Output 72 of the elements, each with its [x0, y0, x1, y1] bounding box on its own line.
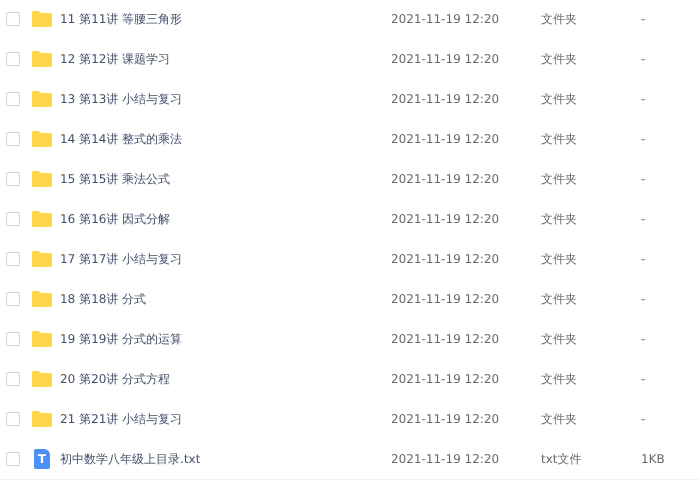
modified-date: 2021-11-19 12:20 [391, 412, 500, 426]
checkbox[interactable] [6, 332, 20, 346]
checkbox[interactable] [6, 292, 20, 306]
file-size: - [641, 332, 646, 346]
folder-icon [31, 170, 53, 188]
checkbox[interactable] [6, 132, 20, 146]
folder-icon [31, 410, 53, 428]
file-size: - [641, 52, 646, 66]
modified-date: 2021-11-19 12:20 [391, 132, 500, 146]
file-type: 文件夹 [541, 170, 578, 188]
file-name[interactable]: 14 第14讲 整式的乘法 [60, 130, 391, 148]
file-name[interactable]: 17 第17讲 小结与复习 [60, 250, 391, 268]
checkbox[interactable] [6, 412, 20, 426]
modified-date: 2021-11-19 12:20 [391, 212, 500, 226]
file-size: - [641, 132, 646, 146]
file-type: 文件夹 [541, 290, 578, 308]
file-name[interactable]: 13 第13讲 小结与复习 [60, 90, 391, 108]
folder-icon [31, 290, 53, 308]
checkbox[interactable] [6, 172, 20, 186]
file-size: 1KB [641, 452, 665, 466]
file-type: txt文件 [541, 450, 583, 468]
file-type: 文件夹 [541, 10, 578, 28]
file-type: 文件夹 [541, 210, 578, 228]
modified-date: 2021-11-19 12:20 [391, 372, 500, 386]
text-file-icon: T [34, 449, 50, 469]
checkbox[interactable] [6, 252, 20, 266]
file-type: 文件夹 [541, 250, 578, 268]
modified-date: 2021-11-19 12:20 [391, 92, 500, 106]
modified-date: 2021-11-19 12:20 [391, 452, 500, 466]
folder-icon [31, 370, 53, 388]
folder-icon [31, 90, 53, 108]
folder-icon [31, 210, 53, 228]
file-name[interactable]: 18 第18讲 分式 [60, 290, 391, 308]
modified-date: 2021-11-19 12:20 [391, 52, 500, 66]
file-name[interactable]: 15 第15讲 乘法公式 [60, 170, 391, 188]
file-size: - [641, 172, 646, 186]
file-type: 文件夹 [541, 50, 578, 68]
file-name[interactable]: 16 第16讲 因式分解 [60, 210, 391, 228]
file-size: - [641, 12, 646, 26]
folder-icon [31, 330, 53, 348]
file-size: - [641, 412, 646, 426]
file-size: - [641, 212, 646, 226]
modified-date: 2021-11-19 12:20 [391, 12, 500, 26]
folder-icon [31, 130, 53, 148]
checkbox[interactable] [6, 452, 20, 466]
modified-date: 2021-11-19 12:20 [391, 292, 500, 306]
file-size: - [641, 92, 646, 106]
file-name[interactable]: 初中数学八年级上目录.txt [60, 450, 391, 468]
checkbox[interactable] [6, 372, 20, 386]
file-name[interactable]: 20 第20讲 分式方程 [60, 370, 391, 388]
modified-date: 2021-11-19 12:20 [391, 172, 500, 186]
checkbox[interactable] [6, 52, 20, 66]
file-size: - [641, 372, 646, 386]
file-type: 文件夹 [541, 90, 578, 108]
file-type: 文件夹 [541, 410, 578, 428]
folder-icon [31, 250, 53, 268]
file-name[interactable]: 19 第19讲 分式的运算 [60, 330, 391, 348]
checkbox[interactable] [6, 212, 20, 226]
modified-date: 2021-11-19 12:20 [391, 332, 500, 346]
file-type: 文件夹 [541, 330, 578, 348]
file-size: - [641, 292, 646, 306]
file-type: 文件夹 [541, 130, 578, 148]
file-name[interactable]: 11 第11讲 等腰三角形 [60, 10, 391, 28]
file-size: - [641, 252, 646, 266]
file-type: 文件夹 [541, 370, 578, 388]
folder-icon [31, 10, 53, 28]
checkbox[interactable] [6, 12, 20, 26]
file-name[interactable]: 12 第12讲 课题学习 [60, 50, 391, 68]
modified-date: 2021-11-19 12:20 [391, 252, 500, 266]
checkbox[interactable] [6, 92, 20, 106]
folder-icon [31, 50, 53, 68]
file-name[interactable]: 21 第21讲 小结与复习 [60, 410, 391, 428]
